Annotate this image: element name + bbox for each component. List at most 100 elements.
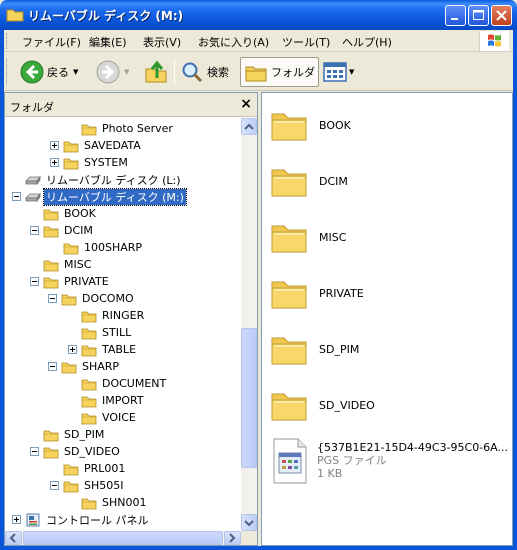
tree-item-label: VOICE <box>102 411 136 424</box>
scroll-down-button[interactable] <box>241 514 257 531</box>
folder-icon <box>63 243 79 254</box>
folder-item[interactable]: PRIVATE <box>270 269 364 317</box>
folder-item[interactable]: DCIM <box>270 157 348 205</box>
folder-pane: フォルダ × Photo Server SAVEDATA SYSTEM リムーバブル … <box>4 92 258 546</box>
folders-button[interactable]: フォルダ <box>240 57 319 87</box>
tree-item[interactable]: BOOK <box>43 205 98 222</box>
scrollbar-corner <box>241 531 257 545</box>
scroll-left-button[interactable] <box>5 531 22 545</box>
collapse-icon[interactable] <box>48 362 57 371</box>
collapse-icon[interactable] <box>30 277 39 286</box>
folder-item[interactable]: BOOK <box>270 101 351 149</box>
tree-item[interactable]: STILL <box>81 324 133 341</box>
tree-item[interactable]: リムーバブル ディスク (M:) <box>12 187 187 206</box>
tree-item-label: SYSTEM <box>84 156 128 169</box>
expand-icon[interactable] <box>68 345 77 354</box>
tree-item[interactable]: SD_VIDEO <box>30 443 122 460</box>
folder-item[interactable]: MISC <box>270 213 346 261</box>
tree-item[interactable]: PRIVATE <box>30 273 111 290</box>
windows-logo-icon <box>479 31 509 51</box>
views-button[interactable]: ▼ <box>322 57 354 87</box>
folder-item[interactable]: SD_VIDEO <box>270 381 375 429</box>
menu-file[interactable]: ファイル(F) <box>22 34 81 50</box>
tree-item-label: SAVEDATA <box>84 139 141 152</box>
maximize-icon <box>473 10 484 20</box>
collapse-icon[interactable] <box>30 226 39 235</box>
folder-pane-close-icon[interactable]: × <box>240 96 252 112</box>
pgs-file-type: PGS ファイル <box>317 454 387 467</box>
chevron-right-icon <box>229 533 236 543</box>
expand-icon[interactable] <box>50 158 59 167</box>
tree-item[interactable]: IMPORT <box>81 392 146 409</box>
chevron-down-icon <box>244 520 254 527</box>
tree-item[interactable]: SAVEDATA <box>50 137 143 154</box>
tree-item[interactable]: SHARP <box>48 358 121 375</box>
close-button[interactable] <box>491 5 512 26</box>
tree-item[interactable]: SYSTEM <box>50 154 130 171</box>
menu-tools[interactable]: ツール(T) <box>282 34 330 50</box>
tree-item[interactable]: コントロール パネル <box>12 511 151 528</box>
collapse-icon[interactable] <box>48 294 57 303</box>
folder-item-name: SD_PIM <box>319 342 360 356</box>
views-icon <box>323 62 347 82</box>
tree-item[interactable]: PRL001 <box>63 460 127 477</box>
forward-dropdown-icon[interactable]: ▼ <box>124 68 129 76</box>
pgs-file-size: 1 KB <box>317 467 343 480</box>
tree-item[interactable]: SHN001 <box>81 494 148 511</box>
back-dropdown-icon[interactable]: ▼ <box>73 68 78 76</box>
collapse-icon[interactable] <box>12 192 21 201</box>
file-list-pane: {537B1E21-15D4-49C3-95C0-6A... PGS ファイル … <box>261 92 513 546</box>
search-button[interactable]: 検索 <box>180 57 229 87</box>
folder-pane-header: フォルダ × <box>5 93 257 117</box>
tree-item[interactable]: SH505I <box>50 477 126 494</box>
menu-help[interactable]: ヘルプ(H) <box>342 34 392 50</box>
horizontal-scroll-thumb[interactable] <box>23 531 223 545</box>
back-button[interactable]: 戻る ▼ <box>20 57 78 87</box>
menu-edit[interactable]: 編集(E) <box>89 34 127 50</box>
minimize-button[interactable] <box>445 5 466 26</box>
tree-item[interactable]: DCIM <box>30 222 95 239</box>
expand-icon[interactable] <box>12 515 21 524</box>
tree-item[interactable]: DOCOMO <box>48 290 136 307</box>
folder-icon <box>81 124 97 135</box>
pgs-file-item[interactable]: {537B1E21-15D4-49C3-95C0-6A... PGS ファイル … <box>270 437 508 487</box>
folder-item[interactable]: SD_PIM <box>270 325 359 373</box>
folder-tree: Photo Server SAVEDATA SYSTEM リムーバブル ディスク (L… <box>5 118 241 531</box>
tree-item[interactable]: RINGER <box>81 307 146 324</box>
folder-tree-horizontal-scrollbar[interactable] <box>5 531 241 545</box>
tree-item[interactable]: SD_PIM <box>43 426 106 443</box>
forward-button[interactable]: ▼ <box>96 57 129 87</box>
expand-icon[interactable] <box>50 141 59 150</box>
tree-item[interactable]: リムーバブル ディスク (L:) <box>25 171 183 188</box>
tree-item[interactable]: MISC <box>43 256 93 273</box>
scroll-up-button[interactable] <box>241 118 257 135</box>
collapse-icon[interactable] <box>50 481 59 490</box>
folder-tree-vertical-scrollbar[interactable] <box>241 118 257 531</box>
maximize-button[interactable] <box>468 5 489 26</box>
views-dropdown-icon[interactable]: ▼ <box>349 68 354 76</box>
scroll-thumb[interactable] <box>241 328 257 468</box>
chevron-up-icon <box>244 123 254 130</box>
menu-bar: ファイル(F) 編集(E) 表示(V) お気に入り(A) ツール(T) ヘルプ(… <box>4 30 513 52</box>
tree-item-label: リムーバブル ディスク (M:) <box>43 187 187 206</box>
tree-item[interactable]: 100SHARP <box>63 239 144 256</box>
scroll-right-button[interactable] <box>224 531 241 545</box>
document-icon <box>273 438 307 484</box>
tree-item[interactable]: TABLE <box>68 341 138 358</box>
folder-icon <box>81 379 97 390</box>
tree-item-label: SD_PIM <box>64 428 105 441</box>
tree-item[interactable]: DOCUMENT <box>81 375 168 392</box>
tree-item-label: コントロール パネル <box>46 513 149 527</box>
window-title: リムーバブル ディスク (M:) <box>28 9 184 23</box>
toolbar-grip <box>6 59 9 85</box>
title-bar[interactable]: リムーバブル ディスク (M:) <box>0 0 517 30</box>
menu-favorites[interactable]: お気に入り(A) <box>198 34 269 50</box>
folder-icon <box>81 328 97 339</box>
tree-item[interactable]: VOICE <box>81 409 138 426</box>
folder-icon <box>43 209 59 220</box>
collapse-icon[interactable] <box>30 447 39 456</box>
menu-view[interactable]: 表示(V) <box>143 34 181 50</box>
tree-item[interactable]: Photo Server <box>81 120 175 137</box>
up-folder-button[interactable] <box>144 57 168 87</box>
chevron-left-icon <box>9 533 16 543</box>
